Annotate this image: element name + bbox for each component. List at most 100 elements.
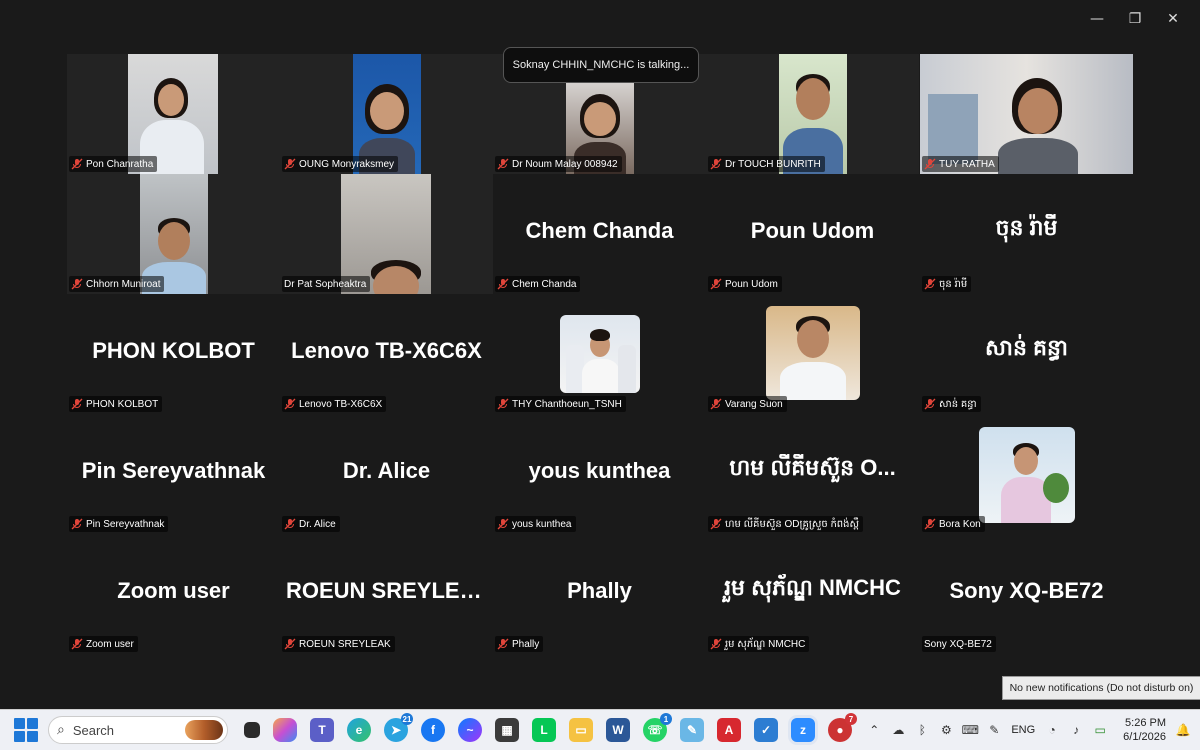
line-icon[interactable]: L (532, 718, 556, 742)
mic-muted-icon (284, 158, 296, 170)
participant-tile[interactable]: ហម លីគីមស៊ួន O... ហម លីគីមស៊ួន ODគ្រូស្រ… (706, 414, 919, 534)
mic-muted-icon (284, 638, 296, 650)
copilot-icon[interactable] (273, 718, 297, 742)
participant-tile[interactable]: សាន់ គន្ធា សាន់ គន្ធា (920, 294, 1133, 414)
participant-tile[interactable]: Phally Phally (493, 534, 706, 654)
participant-label: Sony XQ-BE72 (922, 636, 996, 652)
participant-tile[interactable]: Dr. Alice Dr. Alice (280, 414, 493, 534)
participant-name: ហម លីគីមស៊ួន ODគ្រូស្រួច កំពង់ស្ពឺ (725, 518, 860, 530)
participant-tile[interactable]: OUNG Monyraksmey (280, 54, 493, 174)
chevron-up-icon[interactable]: ⌃ (867, 723, 881, 737)
participant-label: Dr Pat Sopheaktra (282, 276, 371, 292)
profile-picture (766, 306, 860, 400)
participant-label: Dr. Alice (282, 516, 340, 532)
search-icon: ⌕ (57, 722, 65, 738)
participant-tile[interactable]: ROEUN SREYLEAK ROEUN SREYLEAK (280, 534, 493, 654)
participant-tile[interactable]: Dr TOUCH BUNRITH (706, 54, 919, 174)
file-explorer-icon[interactable]: ▭ (569, 718, 593, 742)
participant-tile[interactable]: Poun Udom Poun Udom (706, 174, 919, 294)
settings-icon[interactable]: ⚙ (939, 723, 953, 737)
profile-picture (560, 315, 640, 393)
language-indicator[interactable]: ENG (1011, 724, 1035, 736)
participant-label: Varang Suon (708, 396, 787, 412)
participant-name: TUY RATHA (939, 158, 995, 170)
security-app-icon[interactable]: ✓ (754, 718, 778, 742)
participant-tile[interactable]: Bora Kon (920, 414, 1133, 534)
participant-tile[interactable]: PHON KOLBOT PHON KOLBOT (67, 294, 280, 414)
participant-tile[interactable]: Varang Suon (706, 294, 919, 414)
participant-tile[interactable]: Pon Chanratha (67, 54, 280, 174)
mic-muted-icon (710, 518, 722, 530)
participant-name: សាន់ គន្ធា (939, 398, 977, 410)
close-button[interactable]: ✕ (1154, 8, 1192, 30)
participant-label: Lenovo TB-X6C6X (282, 396, 387, 412)
participant-display-name: Lenovo TB-X6C6X (291, 338, 482, 363)
participant-label: ROEUN SREYLEAK (282, 636, 395, 652)
facebook-icon[interactable]: f (421, 718, 445, 742)
participant-name: Dr TOUCH BUNRITH (725, 158, 821, 170)
messenger-icon[interactable]: ~ (458, 718, 482, 742)
clock[interactable]: 5:26 PM 6/1/2026 (1123, 716, 1166, 744)
participant-tile[interactable]: yous kunthea yous kunthea (493, 414, 706, 534)
search-highlight-image (185, 720, 223, 740)
notification-tooltip: No new notifications (Do not disturb on) (1002, 676, 1200, 700)
participant-tile[interactable]: TUY RATHA (920, 54, 1133, 174)
participant-display-name: yous kunthea (528, 458, 671, 483)
participant-label: OUNG Monyraksmey (282, 156, 399, 172)
whatsapp-icon[interactable]: ☏ 1 (643, 713, 672, 742)
zoom-icon[interactable]: z (791, 718, 815, 742)
participant-tile[interactable]: Chem Chanda Chem Chanda (493, 174, 706, 294)
start-button[interactable] (14, 718, 38, 742)
pen-icon[interactable]: ✎ (987, 723, 1001, 737)
participant-tile[interactable]: ចុន រ៉ាមី ចុន រ៉ាមី (920, 174, 1133, 294)
mic-muted-icon (284, 518, 296, 530)
participant-display-name: Zoom user (117, 578, 230, 603)
participant-name: Poun Udom (725, 278, 778, 290)
task-view-icon[interactable] (244, 722, 260, 738)
participant-name: Bora Kon (939, 518, 981, 530)
taskbar-search[interactable]: ⌕ Search (48, 716, 228, 744)
restore-button[interactable]: ❐ (1116, 8, 1154, 30)
participant-label: សាន់ គន្ធា (922, 396, 981, 412)
participant-tile[interactable]: Lenovo TB-X6C6X Lenovo TB-X6C6X (280, 294, 493, 414)
store-icon[interactable]: ▦ (495, 718, 519, 742)
battery-icon[interactable]: ▭ (1093, 723, 1107, 737)
participant-label: Dr TOUCH BUNRITH (708, 156, 825, 172)
participant-display-name: Dr. Alice (342, 458, 431, 483)
participant-tile[interactable]: Dr Pat Sopheaktra (280, 174, 493, 294)
participant-name: ចុន រ៉ាមី (939, 278, 968, 290)
participant-tile[interactable]: THY Chanthoeun_TSNH (493, 294, 706, 414)
profile-picture (979, 427, 1075, 523)
cloud-icon[interactable]: ☁ (891, 723, 905, 737)
participant-display-name: ROEUN SREYLEAK (286, 578, 492, 603)
pen-tool-icon[interactable]: ✎ (680, 718, 704, 742)
red-app-icon[interactable]: ● 7 (828, 713, 857, 742)
wifi-icon[interactable]: ◔ (1045, 723, 1059, 737)
mic-muted-icon (284, 398, 296, 410)
participant-name: Pon Chanratha (86, 158, 154, 170)
participant-name: PHON KOLBOT (86, 398, 159, 410)
bluetooth-icon[interactable]: ᛒ (915, 723, 929, 737)
teams-icon[interactable]: T (310, 718, 334, 742)
participant-display-name: សាន់ គន្ធា (985, 335, 1068, 360)
notification-bell-icon[interactable]: 🔔 (1176, 723, 1191, 737)
acrobat-icon[interactable]: A (717, 718, 741, 742)
telegram-icon[interactable]: ➤ 21 (384, 713, 413, 742)
gallery-grid: Pon Chanratha OUNG Monyraksmey Dr Noum M… (67, 54, 1133, 654)
mic-muted-icon (71, 398, 83, 410)
participant-tile[interactable]: Sony XQ-BE72 Sony XQ-BE72 (920, 534, 1133, 654)
participant-tile[interactable]: Zoom user Zoom user (67, 534, 280, 654)
minimize-button[interactable]: — (1078, 8, 1116, 30)
edge-icon[interactable]: e (347, 718, 371, 742)
keyboard-icon[interactable]: ⌨ (962, 723, 979, 737)
participant-tile[interactable]: Pin Sereyvathnak Pin Sereyvathnak (67, 414, 280, 534)
participant-tile[interactable]: រួម សុភ័ណ្ឌ NMCHC រួម សុភ័ណ្ឌ NMCHC (706, 534, 919, 654)
mic-muted-icon (710, 638, 722, 650)
word-icon[interactable]: W (606, 718, 630, 742)
participant-label: TUY RATHA (922, 156, 999, 172)
mic-muted-icon (497, 638, 509, 650)
participant-name: Lenovo TB-X6C6X (299, 398, 383, 410)
volume-icon[interactable]: ♪ (1069, 723, 1083, 737)
participant-tile[interactable]: Chhorn Muniroat (67, 174, 280, 294)
red-app-badge: 7 (845, 713, 857, 725)
